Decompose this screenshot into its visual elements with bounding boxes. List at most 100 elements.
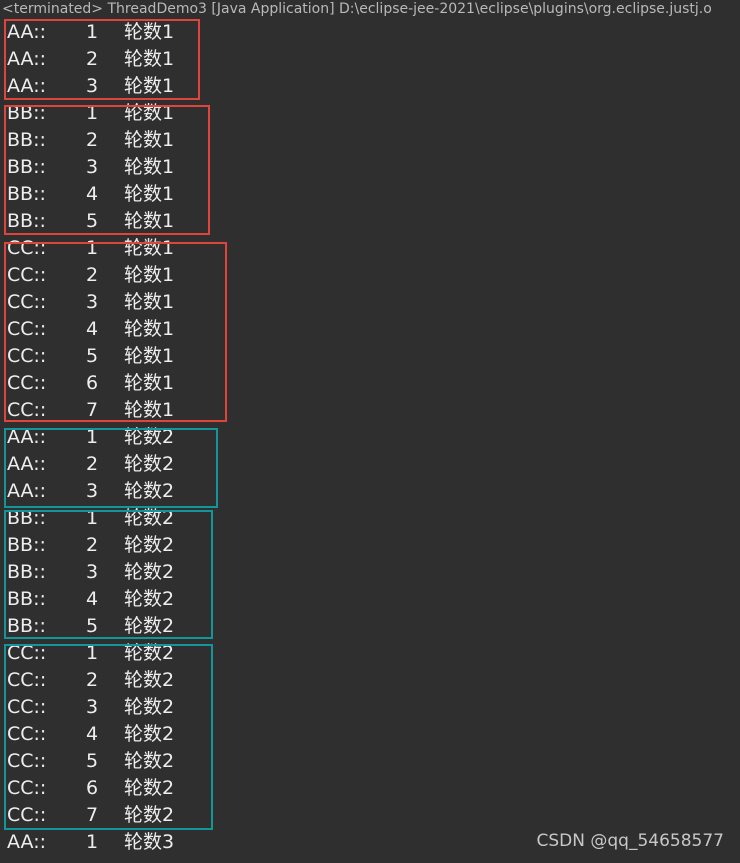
- console-line: BB:: 4 轮数2: [0, 586, 740, 613]
- console-line: BB:: 5 轮数2: [0, 613, 740, 640]
- console-line: AA:: 3 轮数2: [0, 478, 740, 505]
- round-label: 轮数1: [124, 102, 175, 124]
- round-label: 轮数2: [124, 588, 175, 610]
- round-label: 轮数1: [124, 129, 175, 151]
- iteration-number: 2: [86, 534, 99, 556]
- round-label: 轮数2: [124, 777, 175, 799]
- round-label: 轮数2: [124, 453, 175, 475]
- thread-name: BB::: [7, 102, 46, 124]
- thread-name: AA::: [7, 48, 46, 70]
- console-line: CC:: 4 轮数1: [0, 316, 740, 343]
- console-line: BB:: 5 轮数1: [0, 208, 740, 235]
- thread-name: AA::: [7, 831, 46, 853]
- round-label: 轮数2: [124, 750, 175, 772]
- console-line: CC:: 1 轮数1: [0, 235, 740, 262]
- thread-name: CC::: [7, 372, 47, 394]
- iteration-number: 5: [86, 615, 99, 637]
- thread-name: BB::: [7, 183, 46, 205]
- thread-name: CC::: [7, 777, 47, 799]
- console-line: CC:: 2 轮数2: [0, 667, 740, 694]
- thread-name: AA::: [7, 21, 46, 43]
- thread-name: AA::: [7, 480, 46, 502]
- console-line: BB:: 3 轮数1: [0, 154, 740, 181]
- round-label: 轮数3: [124, 831, 175, 853]
- thread-name: BB::: [7, 210, 46, 232]
- iteration-number: 2: [86, 129, 99, 151]
- console-title: <terminated> ThreadDemo3 [Java Applicati…: [2, 1, 712, 17]
- round-label: 轮数1: [124, 264, 175, 286]
- round-label: 轮数1: [124, 156, 175, 178]
- thread-name: BB::: [7, 129, 46, 151]
- iteration-number: 7: [86, 399, 99, 421]
- round-label: 轮数2: [124, 561, 175, 583]
- iteration-number: 5: [86, 345, 99, 367]
- console-line: AA:: 2 轮数1: [0, 46, 740, 73]
- thread-name: CC::: [7, 318, 47, 340]
- iteration-number: 1: [86, 237, 99, 259]
- iteration-number: 3: [86, 156, 99, 178]
- round-label: 轮数2: [124, 534, 175, 556]
- round-label: 轮数1: [124, 48, 175, 70]
- console-line: AA:: 1 轮数2: [0, 424, 740, 451]
- round-label: 轮数1: [124, 372, 175, 394]
- round-label: 轮数2: [124, 615, 175, 637]
- iteration-number: 1: [86, 642, 99, 664]
- iteration-number: 1: [86, 507, 99, 529]
- round-label: 轮数2: [124, 723, 175, 745]
- iteration-number: 1: [86, 831, 99, 853]
- round-label: 轮数1: [124, 237, 175, 259]
- thread-name: CC::: [7, 399, 47, 421]
- iteration-number: 2: [86, 453, 99, 475]
- thread-name: BB::: [7, 507, 46, 529]
- round-label: 轮数1: [124, 291, 175, 313]
- thread-name: CC::: [7, 804, 47, 826]
- console-line: CC:: 1 轮数2: [0, 640, 740, 667]
- console-line: CC:: 7 轮数1: [0, 397, 740, 424]
- console-line: BB:: 3 轮数2: [0, 559, 740, 586]
- console-output: AA:: 1 轮数1 AA:: 2 轮数1 AA:: 3 轮数1 BB:: 1 轮数1 BB:: 2 轮数1…: [0, 19, 740, 856]
- iteration-number: 4: [86, 183, 99, 205]
- iteration-number: 6: [86, 372, 99, 394]
- console-line: BB:: 1 轮数1: [0, 100, 740, 127]
- round-label: 轮数1: [124, 318, 175, 340]
- iteration-number: 2: [86, 48, 99, 70]
- round-label: 轮数1: [124, 210, 175, 232]
- thread-name: BB::: [7, 561, 46, 583]
- round-label: 轮数2: [124, 669, 175, 691]
- watermark: CSDN @qq_54658577: [536, 831, 724, 851]
- thread-name: BB::: [7, 588, 46, 610]
- thread-name: CC::: [7, 696, 47, 718]
- console-line: BB:: 1 轮数2: [0, 505, 740, 532]
- round-label: 轮数2: [124, 426, 175, 448]
- console-line: BB:: 2 轮数2: [0, 532, 740, 559]
- round-label: 轮数1: [124, 399, 175, 421]
- console-line: CC:: 2 轮数1: [0, 262, 740, 289]
- iteration-number: 2: [86, 264, 99, 286]
- round-label: 轮数2: [124, 507, 175, 529]
- console-line: CC:: 3 轮数1: [0, 289, 740, 316]
- thread-name: CC::: [7, 642, 47, 664]
- round-label: 轮数2: [124, 642, 175, 664]
- iteration-number: 3: [86, 696, 99, 718]
- iteration-number: 3: [86, 480, 99, 502]
- thread-name: AA::: [7, 453, 46, 475]
- thread-name: BB::: [7, 615, 46, 637]
- console-view: <terminated> ThreadDemo3 [Java Applicati…: [0, 0, 740, 863]
- round-label: 轮数2: [124, 480, 175, 502]
- round-label: 轮数2: [124, 804, 175, 826]
- round-label: 轮数1: [124, 345, 175, 367]
- console-line: CC:: 3 轮数2: [0, 694, 740, 721]
- thread-name: BB::: [7, 534, 46, 556]
- thread-name: CC::: [7, 750, 47, 772]
- thread-name: CC::: [7, 291, 47, 313]
- thread-name: CC::: [7, 723, 47, 745]
- round-label: 轮数1: [124, 75, 175, 97]
- thread-name: AA::: [7, 75, 46, 97]
- thread-name: CC::: [7, 237, 47, 259]
- thread-name: BB::: [7, 156, 46, 178]
- iteration-number: 1: [86, 102, 99, 124]
- iteration-number: 1: [86, 21, 99, 43]
- iteration-number: 2: [86, 669, 99, 691]
- iteration-number: 4: [86, 723, 99, 745]
- console-line: CC:: 4 轮数2: [0, 721, 740, 748]
